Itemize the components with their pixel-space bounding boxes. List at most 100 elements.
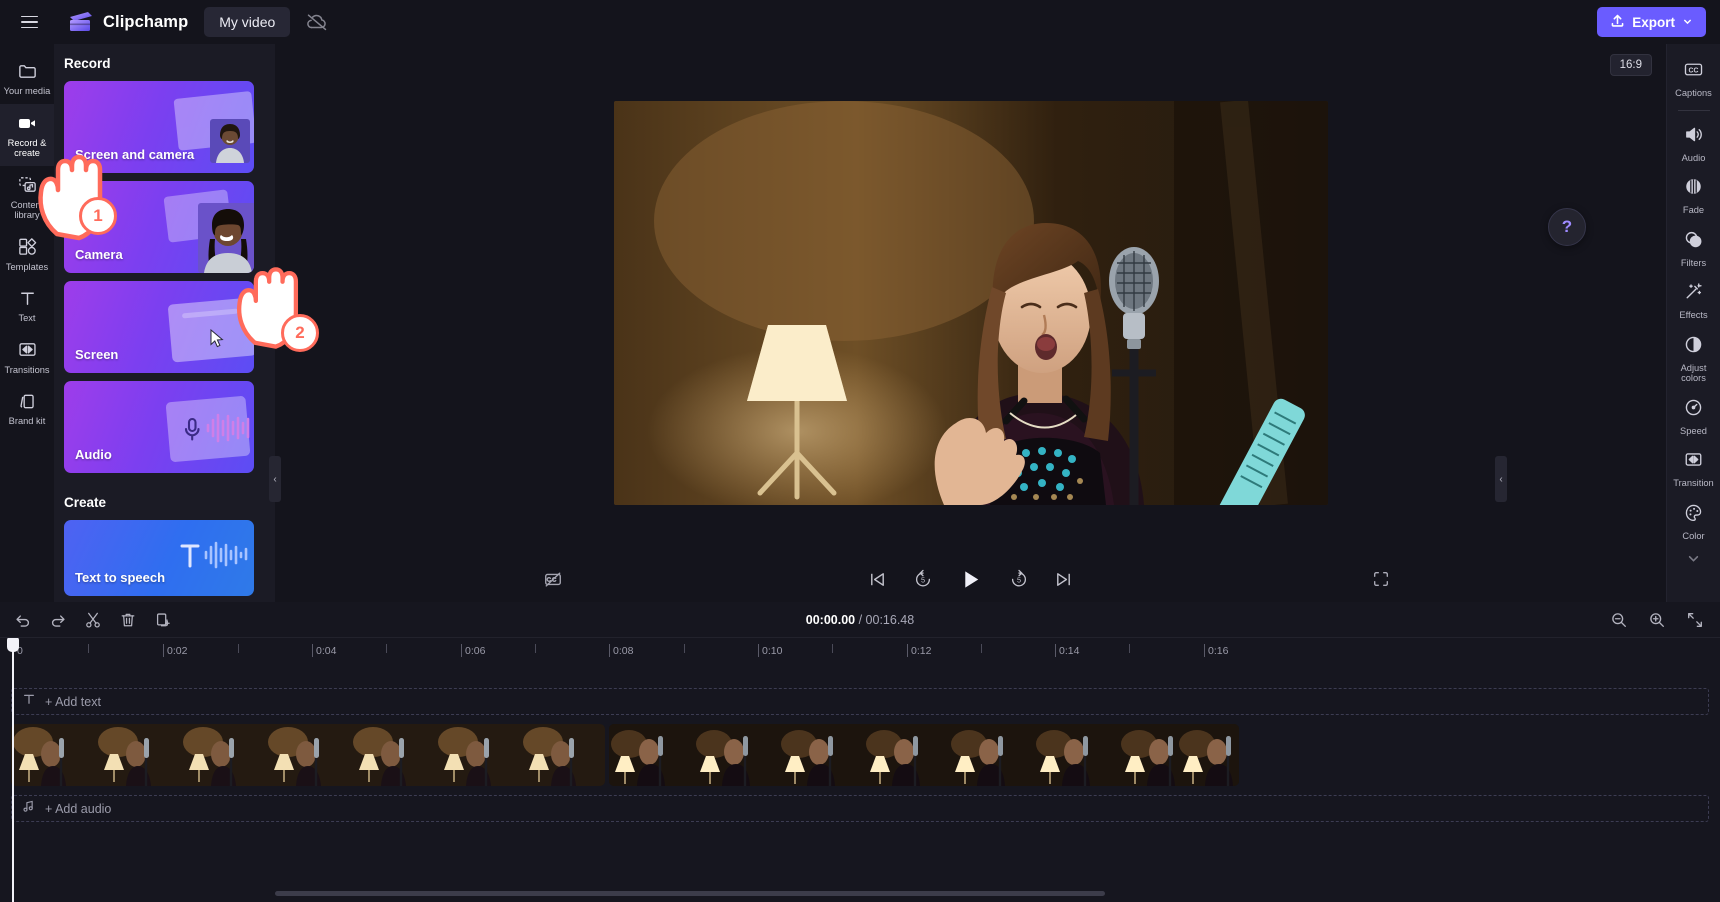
folder-icon [16,60,38,82]
skip-end-icon[interactable] [1051,566,1077,592]
collapse-panel-left[interactable]: ‹ [269,456,281,502]
time-separator: / [855,612,866,627]
fullscreen-icon[interactable] [1368,566,1394,592]
timeline-ruler[interactable]: 0 0:02 0:04 0:06 0:08 0:10 0:12 0:14 0:1… [11,638,1720,666]
tool-label: Speed [1680,425,1707,436]
record-card-screen-and-camera[interactable]: Screen and camera [64,81,254,173]
text-to-speech-art [154,524,254,596]
left-navigation-rail: Your media Record & create Content libra… [0,44,54,602]
scissors-icon[interactable] [81,608,105,632]
transitions-icon [16,339,38,361]
sidebar-item-text[interactable]: Text [0,279,54,331]
horizontal-scrollbar-track[interactable] [275,891,1710,899]
sidebar-item-content-library[interactable]: Content library [0,166,54,228]
tool-label: Captions [1675,88,1712,98]
audio-track-add[interactable]: + Add audio [11,795,1709,822]
project-title-field[interactable]: My video [204,7,291,37]
screen-art [154,289,254,373]
brand-kit-icon [16,390,38,412]
rewind-5-icon[interactable]: 5 [910,566,936,592]
tutorial-step-badge-2: 2 [281,314,319,352]
text-icon [16,287,38,309]
video-preview[interactable] [613,101,1328,505]
trash-icon[interactable] [116,608,140,632]
skip-start-icon[interactable] [865,566,891,592]
undo-icon[interactable] [11,608,35,632]
record-card-label: Audio [75,447,112,462]
contrast-icon [1683,334,1704,360]
tool-fade[interactable]: Fade [1667,169,1720,222]
text-icon [22,692,36,711]
duplicate-icon[interactable] [151,608,175,632]
current-time: 00:00.00 [805,612,856,627]
export-button[interactable]: Export [1597,7,1706,37]
help-button[interactable]: ? [1548,208,1586,246]
create-card-text-to-speech[interactable]: Text to speech [64,520,254,596]
video-clip-2[interactable] [609,724,1239,786]
player-controls-bar: 5 5 [275,556,1666,602]
ruler-label: 0:06 [465,645,486,657]
record-card-label: Camera [75,247,123,262]
camera-art [154,189,254,273]
sidebar-item-your-media[interactable]: Your media [0,52,54,104]
sidebar-label: Templates [5,261,49,272]
sidebar-label: Brand kit [8,416,46,426]
zoom-out-icon[interactable] [1607,608,1631,632]
playhead[interactable] [7,638,19,902]
tool-speed[interactable]: Speed [1667,390,1720,443]
zoom-in-icon[interactable] [1645,608,1669,632]
tool-label: Filters [1680,257,1707,268]
create-heading: Create [64,495,107,510]
ruler-label: 0:02 [167,645,188,657]
tool-effects[interactable]: Effects [1667,274,1720,327]
timeline-body[interactable]: 0 0:02 0:04 0:06 0:08 0:10 0:12 0:14 0:1… [0,638,1720,902]
add-text-label: + Add text [45,694,101,709]
transition-icon [1683,449,1704,475]
tool-label: Fade [1682,205,1705,215]
tool-filters[interactable]: Filters [1667,222,1720,275]
sidebar-item-brand-kit[interactable]: Brand kit [0,382,54,434]
svg-text:CC: CC [1689,67,1699,74]
sidebar-label: Text [18,313,36,323]
tool-adjust-colors[interactable]: Adjust colors [1667,327,1720,390]
closed-captions-icon: CC [1683,59,1704,85]
record-card-label: Screen and camera [75,147,195,162]
fit-icon[interactable] [1683,608,1707,632]
tool-audio[interactable]: Audio [1667,117,1720,170]
text-track-add[interactable]: + Add text [11,688,1709,715]
record-heading: Record [64,56,111,71]
play-button[interactable] [955,563,987,595]
tool-captions[interactable]: CC Captions [1667,52,1720,105]
forward-5-icon[interactable]: 5 [1006,566,1032,592]
video-clip-1[interactable] [11,724,605,786]
tutorial-step-badge-1: 1 [79,197,117,235]
aspect-ratio-button[interactable]: 16:9 [1609,54,1652,76]
svg-text:5: 5 [1016,576,1020,585]
sidebar-item-record-and-create[interactable]: Record & create [0,103,54,166]
record-card-screen[interactable]: Screen [64,281,254,373]
redo-icon[interactable] [46,608,70,632]
filters-icon [1683,229,1704,255]
fade-icon [1683,176,1704,202]
music-note-icon [22,799,36,818]
horizontal-scrollbar-thumb[interactable] [275,891,1105,896]
video-track[interactable] [11,724,1239,786]
magic-wand-icon [1683,281,1704,307]
record-and-create-panel: Record Screen and camera Camera Screen A… [54,44,275,602]
sidebar-item-templates[interactable]: Templates [0,228,54,280]
tool-label: Audio [1681,152,1706,163]
divider [1677,109,1710,111]
sidebar-item-transitions[interactable]: Transitions [0,331,54,383]
record-card-audio[interactable]: Audio [64,381,254,473]
add-audio-label: + Add audio [45,801,112,816]
speedometer-icon [1683,397,1704,423]
tool-transition[interactable]: Transition [1667,442,1720,495]
collapse-panel-right[interactable]: ‹ [1495,456,1507,502]
hamburger-icon[interactable] [12,5,46,39]
chevron-down-icon[interactable] [1686,551,1701,571]
clipchamp-logo-icon [68,11,94,33]
tool-color[interactable]: Color [1667,495,1720,548]
cloud-off-icon[interactable] [304,9,330,35]
svg-text:5: 5 [920,576,924,585]
ruler-label: 0:08 [613,645,634,657]
